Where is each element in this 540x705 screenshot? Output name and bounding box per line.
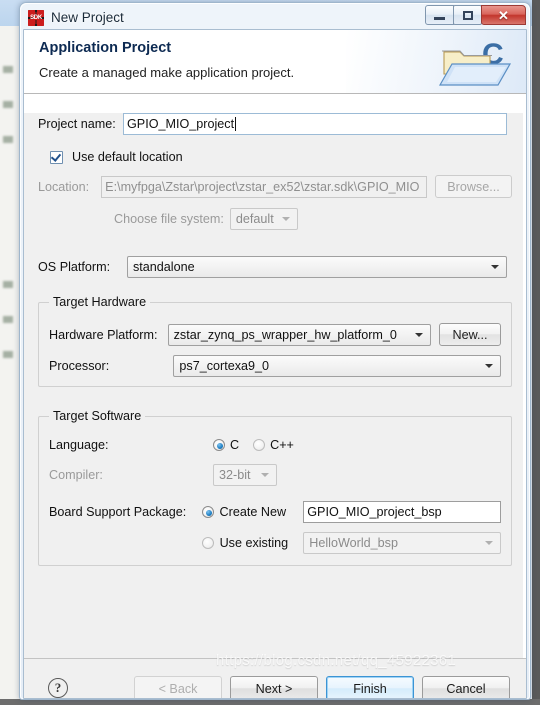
body-right-edge — [523, 113, 526, 658]
close-button[interactable]: ✕ — [481, 5, 526, 25]
file-system-row: Choose file system: default — [38, 208, 512, 230]
close-icon: ✕ — [498, 7, 509, 23]
bsp-name-input[interactable]: GPIO_MIO_project_bsp — [303, 501, 502, 523]
processor-value: ps7_cortexa9_0 — [179, 359, 270, 373]
bsp-radio-use-existing[interactable] — [201, 537, 214, 549]
use-default-location-label: Use default location — [72, 150, 183, 164]
cancel-button[interactable]: Cancel — [422, 676, 510, 698]
use-default-location-row[interactable]: Use default location — [38, 150, 512, 164]
location-value: E:\myfpga\Zstar\project\zstar_ex52\zstar… — [105, 179, 420, 194]
wizard-header: Application Project Create a managed mak… — [24, 30, 526, 94]
hardware-platform-label: Hardware Platform: — [49, 327, 158, 342]
hardware-platform-combo[interactable]: zstar_zynq_ps_wrapper_hw_platform_0 — [167, 323, 431, 346]
use-default-location-checkbox[interactable] — [50, 150, 63, 164]
file-system-value: default — [235, 212, 274, 226]
window-title: New Project — [51, 10, 124, 25]
backdrop-mark — [3, 351, 13, 358]
processor-label: Processor: — [49, 359, 110, 373]
dialog-client: Application Project Create a managed mak… — [23, 29, 527, 699]
language-row: Language: C C++ — [49, 438, 501, 452]
sdk-icon-label: SDK — [30, 14, 42, 21]
help-icon[interactable]: ? — [48, 678, 68, 698]
compiler-label: Compiler: — [49, 468, 103, 482]
location-row: Location: E:\myfpga\Zstar\project\zstar_… — [38, 175, 512, 198]
backdrop-mark — [3, 136, 13, 143]
language-radio-cpp[interactable] — [253, 439, 266, 451]
finish-button[interactable]: Finish — [326, 676, 414, 698]
wizard-body: Project name: GPIO_MIO_project Use defau… — [24, 113, 526, 659]
bsp-create-new-label: Create New — [219, 505, 287, 519]
language-radio-c[interactable] — [213, 439, 225, 451]
text-caret — [235, 117, 237, 131]
wizard-footer: ? < Back Next > Finish Cancel — [24, 659, 526, 698]
chevron-down-icon — [491, 265, 499, 269]
checkmark-icon — [50, 150, 62, 162]
chevron-down-icon — [415, 332, 423, 337]
target-software-group: Target Software Language: C C++ Compiler… — [38, 409, 512, 566]
os-platform-combo[interactable]: standalone — [127, 256, 507, 278]
bsp-label: Board Support Package: — [49, 505, 187, 519]
bsp-use-existing-label: Use existing — [219, 536, 289, 550]
back-button: < Back — [134, 676, 222, 698]
file-system-combo: default — [229, 208, 298, 230]
new-project-dialog: SDK New Project ✕ Application Project Cr… — [19, 2, 531, 700]
location-label: Location: — [38, 179, 90, 194]
minimize-button[interactable] — [425, 5, 454, 25]
project-name-row: Project name: GPIO_MIO_project — [38, 113, 512, 135]
target-software-title: Target Software — [49, 409, 146, 423]
os-platform-row: OS Platform: standalone — [38, 256, 512, 278]
hardware-platform-row: Hardware Platform: zstar_zynq_ps_wrapper… — [49, 323, 501, 346]
processor-combo[interactable]: ps7_cortexa9_0 — [173, 355, 501, 377]
project-name-input[interactable]: GPIO_MIO_project — [123, 113, 507, 135]
os-platform-value: standalone — [133, 260, 195, 274]
bsp-name-value: GPIO_MIO_project_bsp — [307, 505, 442, 519]
c-project-folder-icon: C — [438, 38, 512, 86]
backdrop-mark — [3, 101, 13, 108]
compiler-value: 32-bit — [219, 468, 251, 482]
chevron-down-icon — [485, 364, 493, 368]
target-hardware-title: Target Hardware — [49, 295, 151, 309]
bsp-existing-value: HelloWorld_bsp — [309, 536, 398, 550]
language-option-cpp-label: C++ — [270, 438, 294, 452]
bsp-use-existing-row: Use existing HelloWorld_bsp — [49, 532, 501, 554]
backdrop-mark — [3, 66, 13, 73]
maximize-icon — [462, 10, 473, 20]
compiler-combo: 32-bit — [213, 464, 277, 486]
chevron-down-icon — [484, 541, 493, 545]
next-button[interactable]: Next > — [230, 676, 318, 698]
backdrop-right-edge — [532, 0, 540, 705]
bsp-existing-combo: HelloWorld_bsp — [303, 532, 501, 554]
project-name-value: GPIO_MIO_project — [127, 117, 235, 131]
new-hardware-platform-button[interactable]: New... — [439, 323, 501, 346]
bsp-radio-create-new[interactable] — [201, 506, 214, 518]
backdrop-mark — [3, 316, 13, 323]
location-input: E:\myfpga\Zstar\project\zstar_ex52\zstar… — [101, 175, 427, 198]
bsp-create-new-row: Board Support Package: Create New GPIO_M… — [49, 501, 502, 523]
file-system-label: Choose file system: — [114, 212, 224, 226]
os-platform-label: OS Platform: — [38, 260, 111, 274]
project-name-label: Project name: — [38, 117, 116, 131]
language-label: Language: — [49, 438, 109, 452]
maximize-button[interactable] — [453, 5, 482, 25]
compiler-row: Compiler: 32-bit — [49, 464, 501, 486]
backdrop-mark — [3, 281, 13, 288]
hardware-platform-value: zstar_zynq_ps_wrapper_hw_platform_0 — [173, 327, 397, 342]
language-option-c-label: C — [230, 438, 240, 452]
minimize-icon — [434, 16, 445, 20]
chevron-down-icon — [281, 217, 290, 221]
target-hardware-group: Target Hardware Hardware Platform: zstar… — [38, 295, 512, 387]
footer-buttons: < Back Next > Finish Cancel — [134, 676, 510, 698]
browse-button: Browse... — [434, 175, 512, 198]
chevron-down-icon — [261, 473, 269, 477]
processor-row: Processor: ps7_cortexa9_0 — [49, 355, 501, 377]
title-bar[interactable]: SDK New Project ✕ — [23, 5, 527, 29]
window-controls: ✕ — [425, 5, 526, 26]
sdk-icon: SDK — [28, 9, 44, 26]
